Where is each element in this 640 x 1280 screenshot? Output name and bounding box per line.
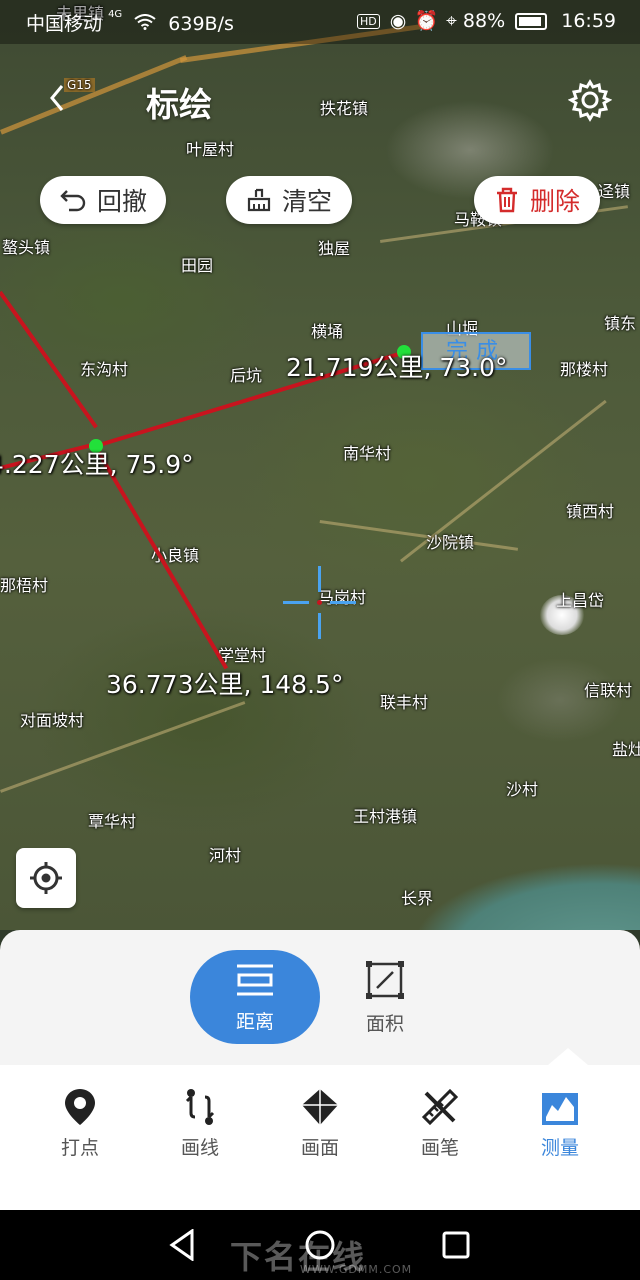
carrier-label: 中国移动 [26, 13, 103, 35]
status-bar: 中国移动 4G 639B/s HD ◉ ⏰ ⌖ 88% 16:59 [0, 0, 640, 44]
settings-button[interactable] [567, 78, 613, 122]
clock: 16:59 [561, 10, 616, 32]
pen-ruler-icon [421, 1088, 459, 1126]
place-label: 那梧村 [0, 576, 49, 595]
delete-button[interactable]: 删除 [474, 176, 600, 224]
undo-button[interactable]: 回撤 [40, 176, 166, 224]
distance-mode-button[interactable]: 距离 [190, 950, 320, 1044]
locate-button[interactable] [16, 848, 76, 908]
undo-label: 回撤 [96, 187, 147, 216]
place-label: 镇东 [604, 314, 637, 333]
measure-icon [542, 1093, 578, 1125]
watermark-url: WWW.GDMM.COM [300, 1263, 413, 1276]
network-speed: 639B/s [168, 13, 234, 35]
tab-label: 测量 [540, 1137, 579, 1159]
trash-icon [496, 187, 517, 213]
area-mode-button[interactable]: 面积 [320, 950, 450, 1044]
active-tab-caret [548, 1048, 588, 1065]
place-label: 镇西村 [566, 502, 615, 521]
area-icon [366, 961, 404, 999]
place-label: 长界 [401, 889, 434, 908]
place-label: 独屋 [318, 239, 351, 258]
bottom-tab-bar: 打点 画线 画面 画笔 测量 [0, 1065, 640, 1210]
page-title: 标绘 [146, 85, 212, 124]
alarm-icon: ⏰ [414, 10, 439, 32]
tab-measure[interactable]: 测量 [520, 1087, 600, 1160]
tab-polygon[interactable]: 画面 [280, 1087, 360, 1160]
place-label: 后坑 [230, 366, 263, 385]
place-label: 那楼村 [560, 360, 609, 379]
place-label: 沙院镇 [426, 533, 475, 552]
chevron-left-icon [50, 85, 64, 111]
area-mode-label: 面积 [365, 1013, 404, 1035]
place-label: 沙村 [506, 780, 539, 799]
eye-icon: ◉ [389, 10, 407, 32]
polyline-icon [185, 1089, 215, 1125]
undo-icon [60, 190, 86, 212]
tab-line[interactable]: 画线 [160, 1087, 240, 1160]
place-label: 盐灶 [612, 740, 640, 759]
sea-area [360, 830, 640, 930]
place-label: 抶花镇 [320, 99, 369, 118]
tab-label: 画线 [180, 1137, 219, 1159]
clear-label: 清空 [281, 187, 332, 216]
clear-button[interactable]: 清空 [226, 176, 352, 224]
place-label: 迳镇 [598, 182, 631, 201]
place-label: 马岗村 [318, 588, 367, 607]
delete-label: 删除 [529, 187, 580, 216]
battery-percent: 88% [462, 10, 506, 32]
place-label: 田园 [181, 256, 214, 275]
pin-icon [65, 1089, 95, 1125]
battery-icon [515, 13, 548, 30]
place-label: 南华村 [343, 444, 392, 463]
locate-target-icon [30, 862, 62, 894]
measure-panel: 距离 面积 打点 画线 画面 画笔 测量 [0, 930, 640, 1210]
place-label: 河村 [209, 846, 242, 865]
place-label: 横埇 [311, 322, 344, 341]
tab-label: 画笔 [420, 1137, 459, 1159]
broom-icon [247, 188, 271, 212]
wifi-icon [134, 13, 162, 35]
measure-label: 21.719公里, 73.0° [286, 353, 508, 382]
place-label: 王村港镇 [353, 807, 418, 826]
back-button[interactable] [42, 80, 72, 116]
place-label: 叶屋村 [186, 140, 235, 159]
location-icon: ⌖ [446, 10, 457, 32]
place-label: 联丰村 [380, 693, 429, 712]
place-label: 对面坡村 [20, 711, 85, 730]
place-label: 覃华村 [88, 812, 137, 831]
place-label: 信联村 [584, 681, 633, 700]
distance-icon [237, 964, 273, 996]
tab-pen[interactable]: 画笔 [400, 1087, 480, 1160]
tab-label: 打点 [60, 1137, 99, 1159]
tab-point[interactable]: 打点 [40, 1087, 120, 1160]
polygon-icon [302, 1089, 338, 1125]
tab-label: 画面 [300, 1137, 339, 1159]
place-label: 上昌岱 [556, 591, 605, 610]
measure-label: 36.773公里, 148.5° [106, 670, 344, 699]
network-type: 4G [108, 9, 123, 20]
place-label: 东沟村 [80, 360, 129, 379]
nav-back-icon[interactable] [168, 1229, 196, 1261]
place-label: 螯头镇 [2, 238, 51, 257]
gear-icon [567, 79, 613, 122]
satellite-map[interactable]: G15 未里镇 叶屋村 抶花镇 迳镇 马鞍镇 螯头镇 田园 独屋 镇东 横埇 山… [0, 0, 640, 930]
hd-icon: HD [357, 14, 380, 29]
nav-recents-icon[interactable] [442, 1231, 470, 1259]
distance-mode-label: 距离 [235, 1011, 274, 1033]
measure-label: 4.227公里, 75.9° [0, 450, 194, 479]
